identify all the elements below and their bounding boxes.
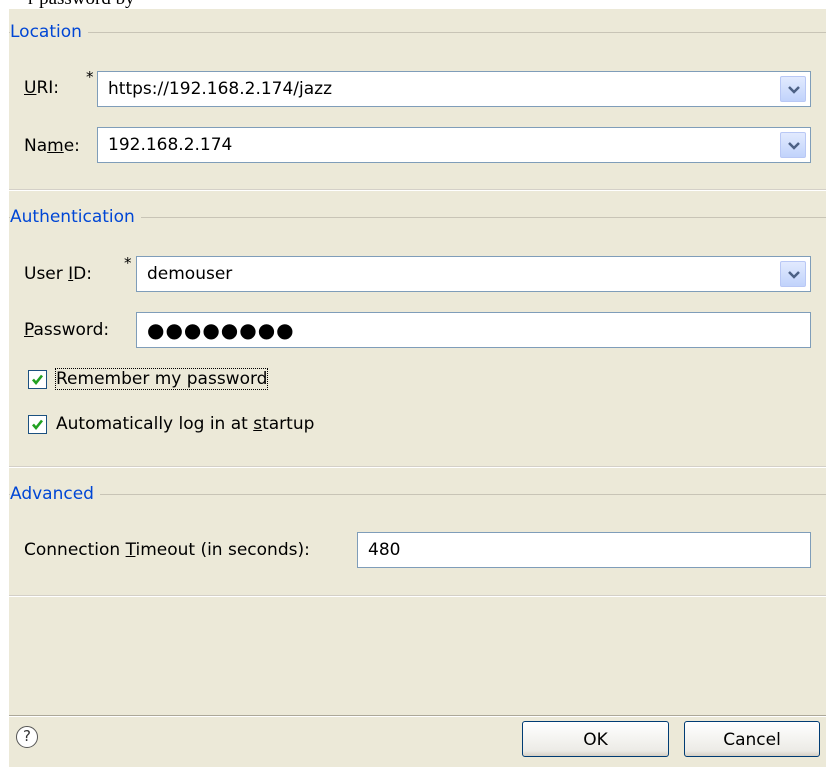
uri-required-marker: * [86,68,94,86]
advanced-separator [9,494,826,495]
password-field[interactable]: ●●●●●●●● [136,312,811,348]
uri-label: URI: [24,78,60,98]
authentication-section-title: Authentication [10,207,141,227]
advanced-section-title: Advanced [10,484,100,504]
clipped-top-text: r password by [0,0,826,9]
timeout-field[interactable]: 480 [357,532,811,568]
location-separator [9,32,826,33]
userid-label: User ID: [24,264,92,284]
button-bar-highlight [9,716,826,717]
clipped-top-text-label: r password by [28,0,135,9]
remember-password-checkbox[interactable] [28,370,47,389]
chevron-down-icon [788,142,800,150]
check-icon [32,374,44,386]
divider-highlight [9,467,826,468]
uri-dropdown-button[interactable] [780,76,806,102]
remember-password-label[interactable]: Remember my password [54,368,269,390]
chevron-down-icon [788,86,800,94]
cancel-button[interactable]: Cancel [684,721,820,757]
auto-login-checkbox[interactable] [28,415,47,434]
password-label: Password: [24,320,110,340]
userid-value: demouser [147,264,233,284]
ok-button[interactable]: OK [522,721,669,757]
uri-value: https://192.168.2.174/jazz [108,79,333,99]
location-section-title: Location [10,22,88,42]
help-icon[interactable]: ? [16,726,38,748]
userid-required-marker: * [124,254,132,272]
check-icon [32,419,44,431]
timeout-label: Connection Timeout (in seconds): [24,540,310,560]
name-label: Name: [24,136,80,156]
name-combo[interactable]: 192.168.2.174 [97,127,811,163]
userid-dropdown-button[interactable] [780,261,806,287]
userid-combo[interactable]: demouser [136,256,811,292]
divider-highlight [9,596,826,597]
divider-highlight [9,190,826,191]
name-dropdown-button[interactable] [780,132,806,158]
password-value: ●●●●●●●● [147,318,295,342]
chevron-down-icon [788,271,800,279]
name-value: 192.168.2.174 [108,135,233,155]
timeout-value: 480 [368,540,401,560]
auto-login-label[interactable]: Automatically log in at startup [56,414,314,434]
uri-combo[interactable]: https://192.168.2.174/jazz [97,71,811,107]
